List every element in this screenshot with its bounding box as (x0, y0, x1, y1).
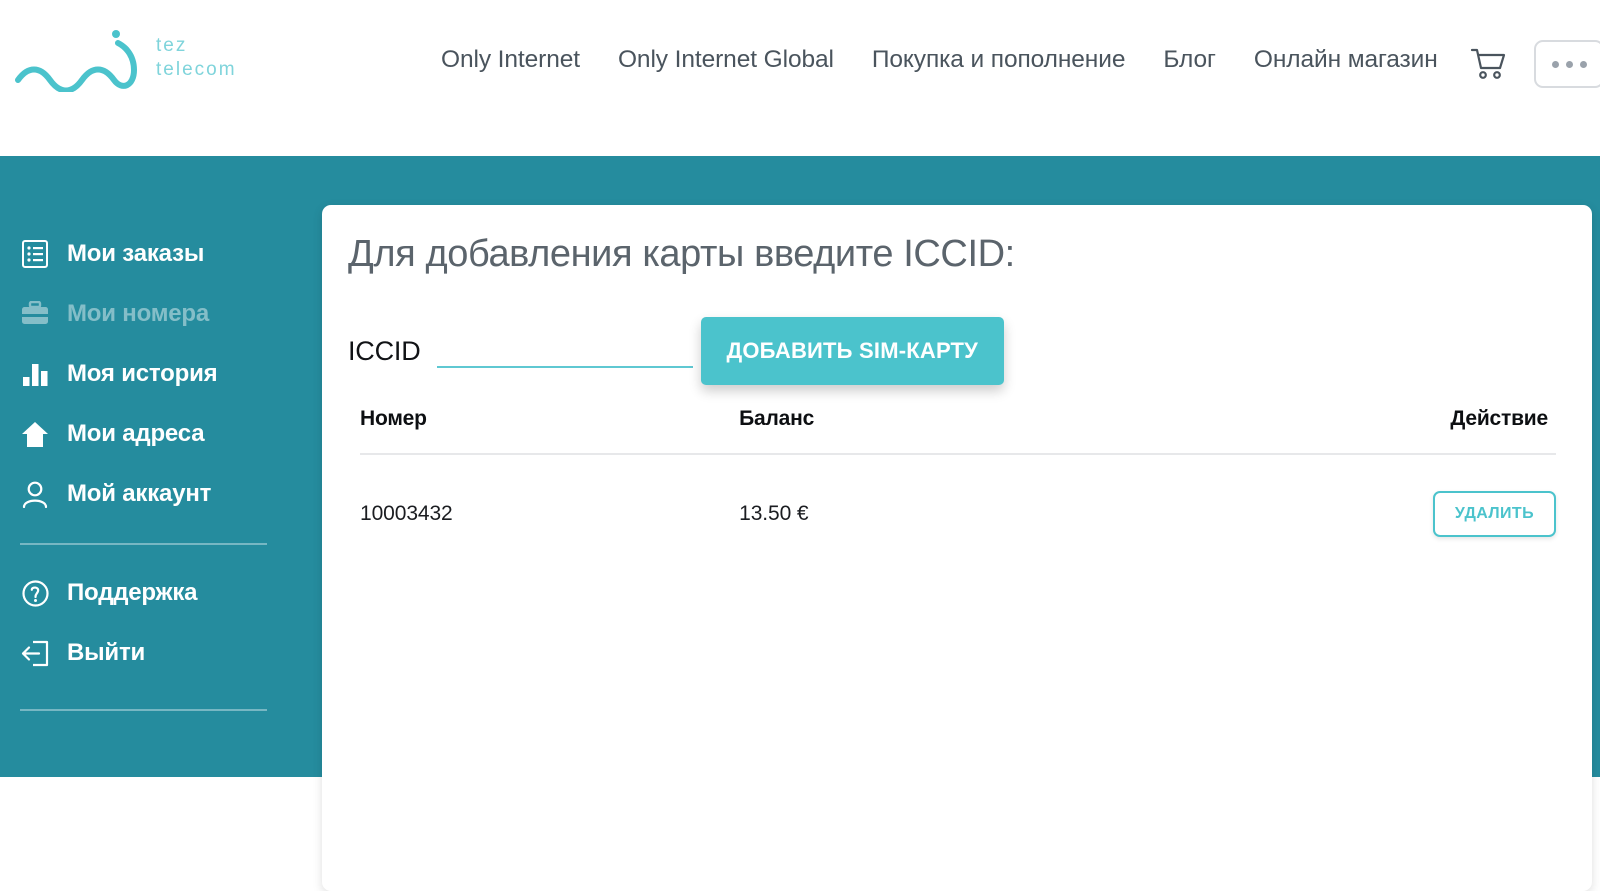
add-sim-button[interactable]: ДОБАВИТЬ SIM-КАРТУ (700, 317, 1005, 385)
column-header-number: Номер (360, 407, 740, 455)
sidebar-item-my-account[interactable]: Мой аккаунт (0, 464, 322, 524)
table-row: 10003432 13.50 € УДАЛИТЬ (360, 454, 1556, 537)
more-menu-button[interactable] (1534, 40, 1600, 88)
brand-wordmark: tez telecom (154, 29, 284, 90)
page-body: Мои заказы Мои номера Моя история Мои ад… (0, 156, 1600, 891)
svg-text:tez: tez (156, 35, 187, 56)
list-document-icon (20, 239, 50, 269)
site-header: tez telecom Only Internet Only Internet … (0, 0, 1600, 156)
sidebar-item-label: Мои адреса (67, 420, 205, 447)
sidebar-divider-bottom (20, 709, 267, 711)
column-header-balance: Баланс (739, 407, 1433, 455)
sidebar-item-label: Поддержка (67, 579, 198, 606)
sidebar-item-label: Мой аккаунт (67, 480, 212, 507)
table-header-row: Номер Баланс Действие (360, 407, 1556, 455)
nav-item-online-store[interactable]: Онлайн магазин (1254, 46, 1438, 74)
logout-icon (20, 638, 50, 668)
sim-cards-table: Номер Баланс Действие 10003432 13.50 € У… (360, 407, 1556, 537)
add-sim-form: ICCID ДОБАВИТЬ SIM-КАРТУ (348, 317, 1005, 385)
sidebar-item-my-addresses[interactable]: Мои адреса (0, 404, 322, 464)
cell-action: УДАЛИТЬ (1432, 454, 1556, 537)
account-sidebar: Мои заказы Мои номера Моя история Мои ад… (0, 156, 322, 777)
sidebar-item-label: Мои заказы (67, 240, 205, 267)
sidebar-item-support[interactable]: Поддержка (0, 563, 322, 623)
main-content-card: Для добавления карты введите ICCID: ICCI… (322, 205, 1592, 891)
sidebar-divider-top (20, 543, 267, 545)
sidebar-item-my-history[interactable]: Моя история (0, 344, 322, 404)
svg-text:telecom: telecom (156, 59, 237, 80)
brand-logo[interactable]: tez telecom (10, 26, 284, 94)
home-icon (20, 419, 50, 449)
cell-number: 10003432 (360, 502, 453, 525)
nav-item-only-internet-global[interactable]: Only Internet Global (618, 46, 834, 74)
sidebar-item-my-numbers[interactable]: Мои номера (0, 284, 322, 344)
sidebar-item-my-orders[interactable]: Мои заказы (0, 224, 322, 284)
nav-item-purchase-topup[interactable]: Покупка и пополнение (872, 46, 1126, 74)
ellipsis-icon-dot-2 (1565, 60, 1573, 68)
sidebar-item-label: Моя история (67, 360, 218, 387)
nav-item-blog[interactable]: Блог (1163, 46, 1216, 74)
briefcase-icon (20, 299, 50, 329)
nav-item-only-internet[interactable]: Only Internet (441, 46, 580, 74)
delete-sim-button[interactable]: УДАЛИТЬ (1432, 491, 1556, 537)
sidebar-item-logout[interactable]: Выйти (0, 623, 322, 683)
column-header-action: Действие (1432, 407, 1556, 455)
main-navigation: Only Internet Only Internet Global Покуп… (441, 46, 1438, 74)
iccid-label: ICCID (348, 335, 421, 366)
shopping-cart-icon[interactable] (1468, 44, 1508, 84)
user-icon (20, 479, 50, 509)
bar-chart-icon (20, 359, 50, 389)
wave-logo-icon (10, 26, 142, 94)
question-circle-icon (20, 578, 50, 608)
sidebar-item-label: Выйти (67, 639, 146, 666)
cell-balance: 13.50 € (739, 502, 809, 525)
ellipsis-icon-dot-1 (1551, 60, 1559, 68)
sidebar-item-label: Мои номера (67, 300, 210, 327)
page-title: Для добавления карты введите ICCID: (348, 233, 1015, 275)
ellipsis-icon-dot-3 (1579, 60, 1587, 68)
iccid-input[interactable] (436, 334, 693, 368)
